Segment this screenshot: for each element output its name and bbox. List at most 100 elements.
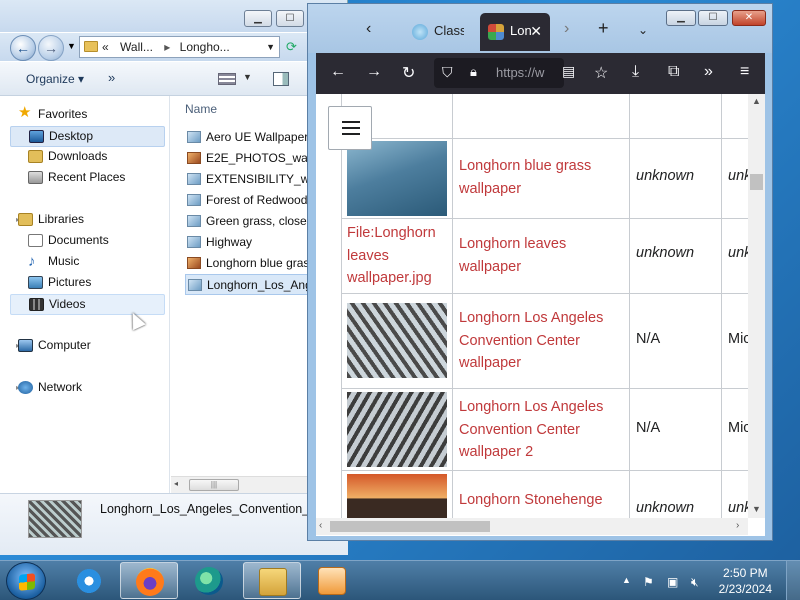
- minimize-button[interactable]: ▁: [244, 10, 272, 27]
- scroll-down-arrow-icon[interactable]: ▼: [752, 504, 761, 514]
- page-vertical-scrollbar[interactable]: ▲ ▼: [748, 94, 765, 518]
- scroll-left-arrow-icon[interactable]: ◂: [174, 479, 178, 488]
- close-tab-icon[interactable]: ✕: [530, 13, 542, 49]
- scroll-thumb[interactable]: |||: [189, 479, 239, 491]
- url-bar[interactable]: ⛉ 🔒︎ https://w: [434, 58, 564, 88]
- nav-item-desktop[interactable]: Desktop: [10, 126, 165, 147]
- wallpaper-title-link[interactable]: Longhorn leaves wallpaper: [459, 233, 629, 278]
- extensions-puzzle-icon[interactable]: ⧉: [668, 63, 679, 81]
- back-button[interactable]: ←: [10, 35, 36, 61]
- scroll-left-arrow-icon[interactable]: ‹: [319, 520, 322, 531]
- scroll-up-arrow-icon[interactable]: ▲: [752, 96, 761, 106]
- address-segment-longhorn[interactable]: Longho...: [180, 40, 230, 54]
- page-horizontal-scrollbar[interactable]: ‹ ›: [316, 518, 748, 535]
- wallpaper-title-link[interactable]: Longhorn Los Angeles Convention Center w…: [459, 396, 629, 464]
- firefox-close-button[interactable]: ✕: [732, 10, 766, 26]
- volume-muted-icon[interactable]: 🔇︎: [691, 575, 699, 590]
- nav-favorites[interactable]: ★ Favorites: [10, 105, 165, 126]
- view-options-dropdown-icon[interactable]: ▼: [243, 72, 252, 82]
- reload-icon[interactable]: ↻: [402, 63, 415, 83]
- list-all-tabs-icon[interactable]: ⌄: [638, 23, 648, 37]
- wallpaper-title-link[interactable]: Longhorn Los Angeles Convention Center w…: [459, 307, 629, 375]
- explorer-toolbar: Organize ▾ » ▼: [0, 62, 348, 96]
- selected-file-name: Longhorn_Los_Angeles_Convention_: [100, 502, 310, 516]
- start-button[interactable]: [6, 562, 46, 600]
- nav-libraries-label: Libraries: [38, 212, 85, 226]
- toolbar-more-button[interactable]: »: [108, 70, 115, 85]
- preview-pane-icon[interactable]: [273, 72, 289, 86]
- downloads-icon[interactable]: ⤓: [632, 63, 639, 81]
- tab-longhorn-active[interactable]: Lon ✕: [480, 13, 550, 51]
- scroll-thumb[interactable]: [330, 521, 490, 532]
- taskbar-file-explorer[interactable]: [243, 562, 301, 599]
- menu-hamburger-icon[interactable]: ≡: [740, 63, 749, 81]
- music-note-icon: ♪: [28, 253, 36, 270]
- nav-computer-label: Computer: [38, 338, 91, 352]
- shield-icon[interactable]: ⛉: [442, 64, 453, 81]
- tab-scroll-left-icon[interactable]: ‹: [366, 20, 371, 38]
- taskbar-edge[interactable]: [180, 562, 238, 599]
- wallpaper-title-link[interactable]: Longhorn blue grass wallpaper: [459, 155, 629, 200]
- nav-item-downloads[interactable]: Downloads: [10, 147, 165, 168]
- tab-scroll-right-icon[interactable]: ›: [564, 20, 569, 38]
- system-clock[interactable]: 2:50 PM 2/23/2024: [719, 565, 772, 597]
- nav-computer[interactable]: ▸ Computer: [10, 336, 165, 357]
- organize-button[interactable]: Organize ▾: [26, 72, 84, 86]
- nav-item-videos[interactable]: Videos: [10, 294, 165, 315]
- nav-item-recent-places[interactable]: Recent Places: [10, 168, 165, 189]
- wallpaper-title-link[interactable]: Longhorn Stonehenge: [459, 489, 629, 512]
- wallpaper-thumbnail[interactable]: [347, 141, 447, 216]
- recent-places-icon: [28, 171, 43, 184]
- recent-pages-dropdown-icon[interactable]: ▼: [67, 41, 76, 51]
- firefox-maximize-button[interactable]: ☐: [698, 10, 728, 26]
- refresh-icon[interactable]: ⟳: [286, 39, 297, 55]
- selected-file-thumbnail: [28, 500, 82, 538]
- nav-item-pictures[interactable]: Pictures: [10, 273, 165, 294]
- address-overflow[interactable]: «: [102, 40, 109, 54]
- taskbar-internet-explorer[interactable]: [60, 562, 118, 599]
- wallpaper-thumbnail[interactable]: [347, 303, 447, 378]
- breadcrumb-arrow-icon[interactable]: ▸: [164, 40, 170, 54]
- column-header-name[interactable]: Name: [185, 102, 217, 116]
- show-desktop-button[interactable]: [786, 561, 800, 600]
- change-view-icon[interactable]: [218, 73, 236, 85]
- nav-item-label: Desktop: [49, 129, 94, 143]
- nav-item-music[interactable]: ♪ Music: [10, 252, 165, 273]
- wallpaper-thumbnail[interactable]: [347, 474, 447, 518]
- list-icon: [342, 121, 360, 135]
- maximize-button[interactable]: ☐: [276, 10, 304, 27]
- more-tools-icon[interactable]: »: [704, 63, 713, 81]
- new-tab-icon[interactable]: +: [598, 18, 609, 39]
- lock-icon[interactable]: 🔒︎: [470, 64, 477, 80]
- scroll-thumb[interactable]: [750, 174, 763, 190]
- url-text[interactable]: https://w: [496, 65, 544, 80]
- address-segment-wallpapers[interactable]: Wall...: [120, 40, 153, 54]
- show-hidden-icons-arrow-icon[interactable]: ▲: [622, 575, 631, 585]
- address-dropdown-icon[interactable]: ▼: [266, 37, 275, 57]
- forward-button[interactable]: →: [38, 35, 64, 61]
- folder-icon: [84, 41, 98, 52]
- organize-label: Organize: [26, 72, 75, 86]
- firefox-minimize-button[interactable]: ▁: [666, 10, 696, 26]
- table-of-contents-button[interactable]: [328, 106, 372, 150]
- taskbar-media-player[interactable]: [303, 562, 361, 599]
- broken-file-link[interactable]: File:Longhorn leaves wallpaper.jpg: [347, 222, 447, 290]
- forward-arrow-icon[interactable]: →: [366, 63, 382, 81]
- photo-file-icon: [187, 152, 201, 164]
- tab-classic[interactable]: Classi: [404, 13, 464, 51]
- bookmark-star-icon[interactable]: ☆: [594, 63, 608, 83]
- navigation-pane: ★ Favorites Desktop Downloads Recent Pla…: [0, 96, 170, 493]
- nav-libraries[interactable]: ▸ Libraries: [10, 210, 165, 231]
- nav-item-documents[interactable]: Documents: [10, 231, 165, 252]
- network-status-icon[interactable]: ▣: [667, 575, 678, 589]
- taskbar-firefox[interactable]: [120, 562, 178, 599]
- nav-network[interactable]: ▸ Network: [10, 378, 165, 399]
- scroll-right-arrow-icon[interactable]: ›: [736, 520, 739, 531]
- action-center-flag-icon[interactable]: ⚑: [643, 575, 654, 589]
- back-arrow-icon: ←: [16, 40, 30, 56]
- media-player-icon: [318, 567, 346, 595]
- wallpaper-thumbnail[interactable]: [347, 392, 447, 467]
- reader-view-icon[interactable]: ▤: [562, 63, 575, 80]
- address-bar[interactable]: « Wall... ▸ Longho... ▼: [79, 36, 280, 58]
- back-arrow-icon[interactable]: ←: [330, 63, 346, 81]
